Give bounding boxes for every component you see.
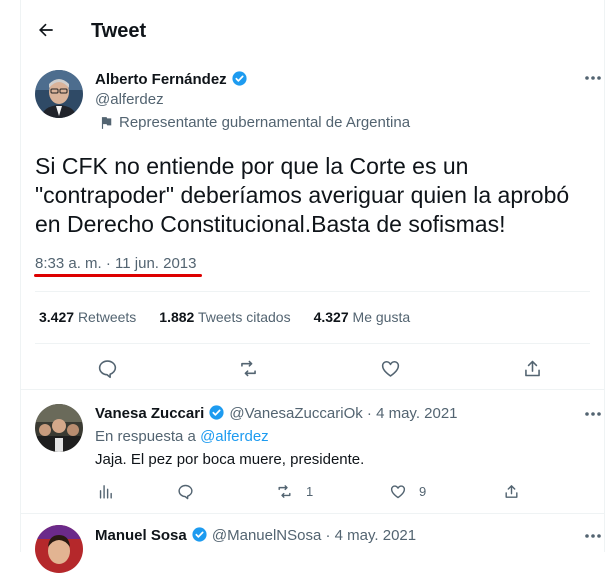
like-heart-icon[interactable]: [372, 353, 408, 383]
author-name[interactable]: Alberto Fernández: [95, 71, 227, 88]
reply-author-handle[interactable]: @VanesaZuccariOk: [229, 405, 362, 422]
reply-icon[interactable]: [89, 353, 125, 383]
retweet-count: 1: [306, 483, 314, 499]
reply-context-mention[interactable]: @alferdez: [200, 428, 269, 445]
likes-stat[interactable]: 4.327 Me gusta: [314, 307, 411, 327]
more-options-icon[interactable]: [581, 526, 605, 546]
tweet-detail-panel: Tweet Alberto Fernández @alferdez Repres…: [20, 0, 605, 573]
tweet-text: Si CFK no entiende por que la Corte es u…: [35, 153, 570, 237]
tweet-timestamp[interactable]: 8:33 a. m. · 11 jun. 2013: [35, 254, 197, 274]
author-name-row: Alberto Fernández: [95, 70, 248, 90]
like-action[interactable]: 9: [389, 480, 426, 502]
avatar[interactable]: [35, 70, 83, 118]
share-icon[interactable]: [514, 353, 550, 383]
retweet-icon[interactable]: [275, 483, 294, 500]
verified-badge-icon: [191, 526, 208, 543]
back-arrow-icon[interactable]: [35, 19, 57, 41]
page-title: Tweet: [91, 20, 147, 42]
reply-date[interactable]: · 4 may. 2021: [367, 405, 458, 422]
reply-context-prefix: En respuesta a: [95, 428, 196, 445]
retweets-stat[interactable]: 3.427 Retweets: [39, 307, 136, 327]
retweet-action[interactable]: 1: [275, 480, 313, 502]
divider: [35, 343, 590, 344]
avatar[interactable]: [35, 404, 83, 452]
reply-author-name[interactable]: Manuel Sosa: [95, 527, 187, 544]
divider: [35, 291, 590, 292]
more-options-icon[interactable]: [581, 404, 605, 424]
reply-date[interactable]: · 4 may. 2021: [326, 527, 417, 544]
like-count: 9: [419, 483, 427, 499]
share-icon[interactable]: [499, 480, 523, 502]
quote-tweets-stat[interactable]: 1.882 Tweets citados: [159, 307, 290, 327]
divider: [21, 513, 604, 514]
more-options-icon[interactable]: [581, 68, 605, 88]
verified-badge-icon: [208, 404, 225, 421]
reply-context: En respuesta a @alferdez: [95, 427, 269, 447]
avatar[interactable]: [35, 525, 83, 573]
reply-icon[interactable]: [173, 480, 197, 502]
author-handle[interactable]: @alferdez: [95, 90, 164, 110]
divider: [21, 389, 604, 390]
flag-icon: [99, 116, 113, 130]
reply-header: Vanesa Zuccari @VanesaZuccariOk · 4 may.…: [95, 404, 458, 424]
reply-text: Jaja. El pez por boca muere, presidente.: [95, 451, 365, 468]
red-underline-annotation: [34, 274, 202, 277]
verified-badge-icon: [231, 70, 248, 87]
analytics-icon[interactable]: [93, 480, 117, 502]
reply-header: Manuel Sosa @ManuelNSosa · 4 may. 2021: [95, 526, 416, 546]
reply-author-handle[interactable]: @ManuelNSosa: [212, 527, 321, 544]
reply-author-name[interactable]: Vanesa Zuccari: [95, 405, 204, 422]
government-label: Representante gubernamental de Argentina: [99, 113, 410, 133]
engagement-stats: 3.427 Retweets 1.882 Tweets citados 4.32…: [39, 307, 410, 327]
government-label-text: Representante gubernamental de Argentina: [119, 114, 411, 131]
retweet-icon[interactable]: [230, 353, 266, 383]
like-heart-icon[interactable]: [389, 483, 407, 500]
